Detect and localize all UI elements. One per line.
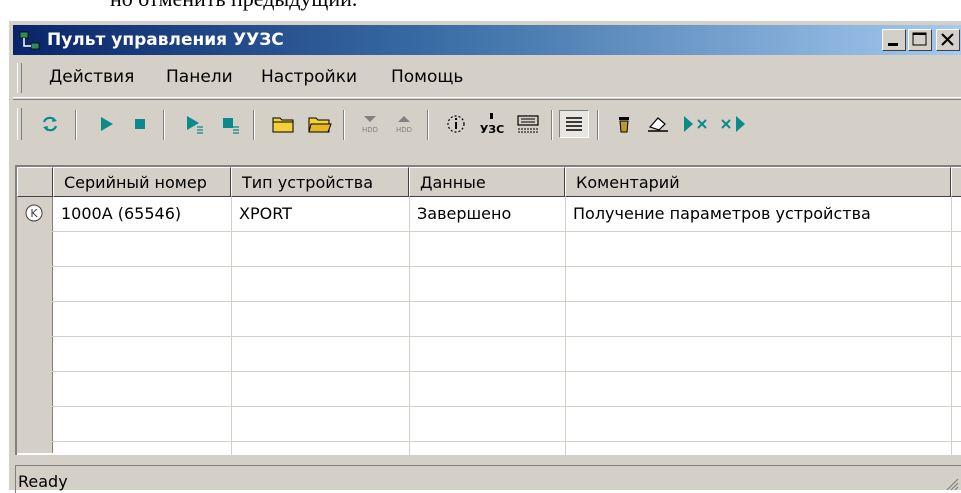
- menu-bar: Действия Панели Настройки Помощь: [13, 57, 961, 98]
- grid-line: [17, 266, 961, 267]
- log-list-button[interactable]: [559, 110, 589, 138]
- grid-line: [409, 197, 410, 455]
- trash-button[interactable]: [609, 110, 639, 138]
- hdd-down-icon: HDD: [362, 116, 378, 134]
- grid-line: [17, 231, 961, 232]
- stop-list-button[interactable]: [215, 110, 245, 138]
- terminal-button[interactable]: [513, 110, 543, 138]
- header-filler: [951, 167, 961, 197]
- svg-text:HDD: HDD: [362, 126, 378, 134]
- svg-text:K: K: [30, 207, 38, 220]
- status-bar: Ready: [15, 465, 961, 493]
- column-header-data[interactable]: Данные: [409, 167, 565, 197]
- toolbar-separator: [75, 110, 77, 140]
- cancel-play-button[interactable]: [719, 110, 749, 138]
- column-header-serial[interactable]: Серийный номер: [53, 167, 231, 197]
- refresh-button[interactable]: [35, 110, 65, 138]
- toolbar-separator: [427, 110, 429, 140]
- grid-line: [231, 197, 232, 455]
- grid-line: [17, 301, 961, 302]
- maximize-icon: [912, 32, 927, 46]
- play-list-button[interactable]: [179, 110, 209, 138]
- play-list-icon: [187, 116, 203, 134]
- device-table: Серийный номер Тип устройства Данные Ком…: [15, 165, 961, 455]
- menu-item-help[interactable]: Помощь: [391, 67, 463, 87]
- play-cancel-icon: [684, 116, 707, 132]
- play-button[interactable]: [91, 110, 121, 138]
- menu-item-panels[interactable]: Панели: [166, 67, 233, 87]
- hdd-down-button[interactable]: HDD: [355, 110, 385, 138]
- grid-line: [17, 441, 961, 442]
- svg-text:УЗС: УЗС: [480, 123, 504, 136]
- terminal-icon: [517, 115, 539, 133]
- menu-item-actions[interactable]: Действия: [49, 67, 134, 87]
- info-icon: [447, 115, 465, 133]
- close-button[interactable]: [936, 29, 960, 51]
- maximize-button[interactable]: [908, 29, 932, 51]
- grid-line: [565, 197, 566, 455]
- menu-grip[interactable]: [17, 63, 22, 93]
- open-folder-icon: [272, 117, 294, 133]
- cell-serial: 1000A (65546): [61, 204, 182, 223]
- row-status-icon: K: [25, 204, 43, 222]
- stop-list-icon: [223, 118, 239, 134]
- play-cancel-button[interactable]: [681, 110, 711, 138]
- open-folder-alt-icon: [308, 117, 332, 133]
- column-header-comment[interactable]: Коментарий: [565, 167, 951, 197]
- minimize-icon: [888, 43, 898, 46]
- uzs-device-button[interactable]: УЗС: [477, 110, 507, 138]
- refresh-icon: [42, 116, 58, 132]
- info-button[interactable]: [441, 110, 471, 138]
- close-icon: [941, 33, 954, 46]
- app-window: Пульт управления УУЗС Действия Панели На…: [8, 20, 961, 493]
- table-row[interactable]: K 1000A (65546) XPORT Завершено Получени…: [17, 197, 951, 231]
- trash-icon: [619, 117, 629, 133]
- log-list-icon: [566, 117, 582, 131]
- uzs-device-icon: УЗС: [480, 113, 504, 136]
- stop-icon: [135, 119, 145, 129]
- toolbar-separator: [597, 110, 599, 140]
- grid-line: [17, 336, 961, 337]
- cell-comment: Получение параметров устройства: [573, 204, 871, 223]
- window-title: Пульт управления УУЗС: [47, 30, 284, 50]
- eraser-button[interactable]: [643, 110, 673, 138]
- grid-line: [951, 197, 952, 455]
- toolbar-separator: [163, 110, 165, 140]
- hdd-up-button[interactable]: HDD: [389, 110, 419, 138]
- header-corner: [17, 167, 53, 197]
- cancel-play-icon: [721, 116, 745, 132]
- toolbar-separator: [253, 110, 255, 140]
- document-fragment: но отменить предыдущий.: [0, 0, 357, 11]
- open-folder-alt-button[interactable]: [305, 110, 335, 138]
- row-indicator-column: [17, 197, 53, 453]
- grid-line: [17, 406, 961, 407]
- resize-grip-icon[interactable]: [945, 477, 959, 491]
- app-icon: [19, 31, 40, 50]
- eraser-icon: [648, 117, 668, 132]
- toolbar-separator: [343, 110, 345, 140]
- stop-button[interactable]: [125, 110, 155, 138]
- play-icon: [101, 117, 113, 131]
- toolbar: HDD HDD УЗС: [13, 99, 961, 148]
- cell-type: XPORT: [239, 204, 292, 223]
- toolbar-grip[interactable]: [17, 108, 22, 140]
- grid-line: [17, 371, 961, 372]
- open-folder-button[interactable]: [269, 110, 299, 138]
- menu-item-settings[interactable]: Настройки: [261, 67, 357, 87]
- title-bar[interactable]: Пульт управления УУЗС: [13, 25, 961, 55]
- hdd-up-icon: HDD: [396, 116, 412, 134]
- minimize-button[interactable]: [882, 29, 906, 51]
- status-text: Ready: [18, 472, 68, 491]
- column-header-type[interactable]: Тип устройства: [231, 167, 409, 197]
- cell-data: Завершено: [417, 204, 512, 223]
- svg-text:HDD: HDD: [396, 126, 412, 134]
- toolbar-separator: [551, 110, 553, 140]
